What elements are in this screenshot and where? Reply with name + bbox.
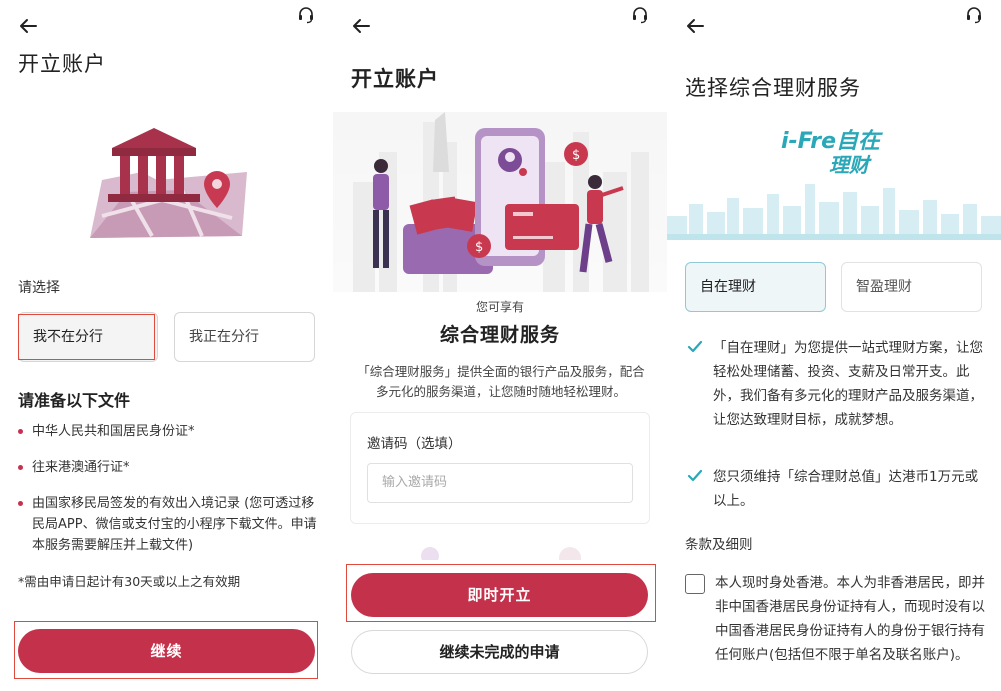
documents-list: 中华人民共和国居民身份证* 往来港澳通行证* 由国家移民局签发的有效出入境记录 …: [18, 421, 323, 571]
tab-smart[interactable]: 智盈理财: [841, 262, 982, 312]
benefit-item: 「自在理财」为您提供一站式理财方案，让您轻松处理储蓄、投资、支薪及日常开支。此外…: [687, 336, 987, 432]
invite-code-card: 邀请码（选填） 输入邀请码: [350, 412, 650, 524]
benefit-item: 您只须维持「综合理财总值」达港币1万元或以上。: [687, 465, 987, 513]
back-arrow-icon[interactable]: [16, 14, 40, 38]
validity-note: *需由申请日起计有30天或以上之有效期: [18, 574, 241, 589]
select-label: 请选择: [18, 280, 60, 296]
invite-code-label: 邀请码（选填）: [367, 436, 462, 452]
decorative-icon: [421, 547, 439, 560]
headset-icon[interactable]: [965, 6, 983, 24]
svg-text:i-Fre自在: i-Fre自在: [781, 129, 883, 154]
service-title: 综合理财服务: [439, 324, 560, 346]
decorative-icon: [559, 547, 581, 560]
service-description: 「综合理财服务」提供全面的银行产品及服务，配合多元化的服务渠道，让您随时随地轻松…: [357, 364, 645, 399]
finance-people-illustration: $ $: [333, 112, 667, 292]
list-item: 由国家移民局签发的有效出入境记录 (您可透过移民局APP、微信或支付宝的小程序下…: [18, 493, 323, 556]
skyline-illustration: [667, 184, 1001, 240]
terms-checkbox[interactable]: [685, 574, 705, 594]
page-title: 开立账户: [351, 67, 439, 91]
option-at-branch[interactable]: 我正在分行: [174, 312, 315, 362]
svg-text:理财: 理财: [829, 153, 872, 177]
page-title: 开立账户: [18, 52, 106, 76]
terms-text: 本人现时身处香港。本人为非香港居民，即并非中国香港居民身份证持有人，而现时没有以…: [715, 575, 985, 663]
svg-text:$: $: [572, 148, 580, 163]
screen-open-account-step2: 开立账户 $ $ 您可享有 综合理财服务 「综合理财服务」提供全面的银行产品及服…: [333, 0, 667, 691]
back-arrow-icon[interactable]: [349, 14, 373, 38]
page-title: 选择综合理财服务: [685, 76, 861, 100]
continue-incomplete-button[interactable]: 继续未完成的申请: [351, 630, 648, 674]
list-item: 往来港澳通行证*: [18, 457, 323, 478]
benefit-text: 您只须维持「综合理财总值」达港币1万元或以上。: [713, 469, 979, 509]
svg-text:$: $: [475, 240, 483, 255]
highlight-frame: [18, 314, 155, 360]
headset-icon[interactable]: [631, 6, 649, 24]
headset-icon[interactable]: [297, 6, 315, 24]
terms-heading: 条款及细则: [685, 537, 753, 553]
continue-button[interactable]: 继续: [18, 629, 315, 673]
invite-code-input[interactable]: 输入邀请码: [367, 463, 633, 503]
screen-select-service: 选择综合理财服务 i-Fre自在 理财 自在理财 智盈理财 「自在理财」为您提供…: [667, 0, 1001, 691]
benefit-text: 「自在理财」为您提供一站式理财方案，让您轻松处理储蓄、投资、支薪及日常开支。此外…: [713, 340, 983, 428]
check-icon: [687, 340, 703, 353]
back-arrow-icon[interactable]: [683, 14, 707, 38]
screen-open-account-step1: 开立账户 请选择 我不在分行 我正在分行 请准备以下文件 中华人民共和国居民身份…: [0, 0, 333, 691]
brand-logo: i-Fre自在 理财: [781, 129, 883, 177]
tab-ifree[interactable]: 自在理财: [685, 262, 826, 312]
check-icon: [687, 469, 703, 482]
enjoy-label: 您可享有: [475, 300, 524, 314]
documents-heading: 请准备以下文件: [18, 391, 131, 410]
list-item: 中华人民共和国居民身份证*: [18, 421, 323, 442]
bank-map-illustration: [90, 128, 247, 238]
open-now-button[interactable]: 即时开立: [351, 573, 648, 617]
